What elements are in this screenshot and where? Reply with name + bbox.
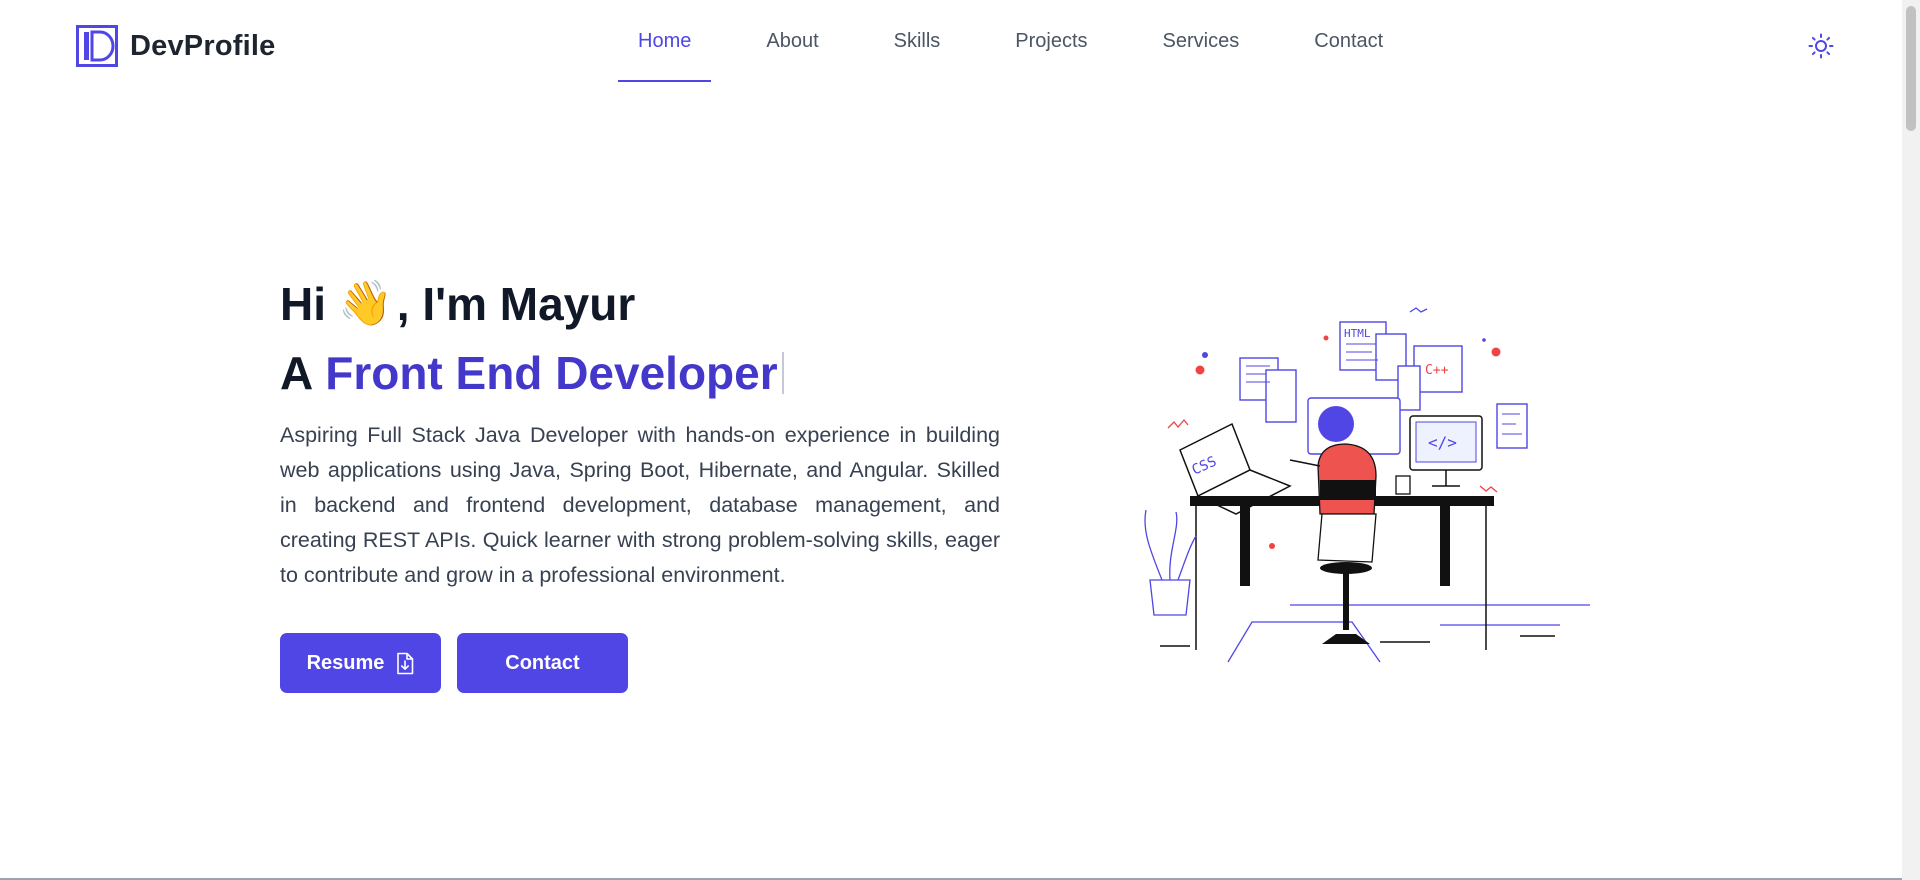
nav-services[interactable]: Services xyxy=(1143,0,1260,82)
contact-button[interactable]: Contact xyxy=(457,633,628,693)
main-nav: Home About Skills Projects Services Cont… xyxy=(618,0,1438,82)
hero-role: A Front End Developer xyxy=(280,338,1000,408)
illus-cpp-label: C++ xyxy=(1425,363,1449,378)
scrollbar[interactable] xyxy=(1902,0,1920,880)
typing-cursor xyxy=(781,352,784,394)
hero-greeting: Hi 👋 , I'm Mayur xyxy=(280,270,1000,338)
scrollbar-thumb[interactable] xyxy=(1906,6,1916,131)
illus-code-label: </> xyxy=(1428,433,1457,452)
nav-skills[interactable]: Skills xyxy=(874,0,961,82)
developer-illustration: HTML C++ CSS </> xyxy=(1144,307,1590,663)
sun-icon[interactable] xyxy=(1808,33,1834,59)
nav-about[interactable]: About xyxy=(746,0,838,82)
nav-contact[interactable]: Contact xyxy=(1294,0,1403,82)
site-header: DevProfile Home About Skills Projects Se… xyxy=(0,0,1920,92)
resume-label: Resume xyxy=(306,651,385,674)
greeting-suffix: , I'm Mayur xyxy=(396,278,636,330)
greeting-prefix: Hi xyxy=(280,278,326,330)
nav-home[interactable]: Home xyxy=(618,0,712,82)
logo-d-icon xyxy=(76,25,118,67)
role-prefix: A xyxy=(280,347,314,399)
brand-name: DevProfile xyxy=(130,29,276,62)
role-text: Front End Developer xyxy=(325,347,778,399)
nav-projects[interactable]: Projects xyxy=(995,0,1107,82)
brand[interactable]: DevProfile xyxy=(76,25,275,67)
illus-html-label: HTML xyxy=(1344,327,1371,340)
hero-section: Hi 👋 , I'm Mayur A Front End Developer A… xyxy=(280,270,1000,693)
resume-button[interactable]: Resume xyxy=(280,633,441,693)
file-download-icon xyxy=(397,652,414,674)
hero-buttons: Resume Contact xyxy=(280,633,1000,693)
wave-icon: 👋 xyxy=(338,279,393,328)
hero-bio: Aspiring Full Stack Java Developer with … xyxy=(280,423,1000,587)
